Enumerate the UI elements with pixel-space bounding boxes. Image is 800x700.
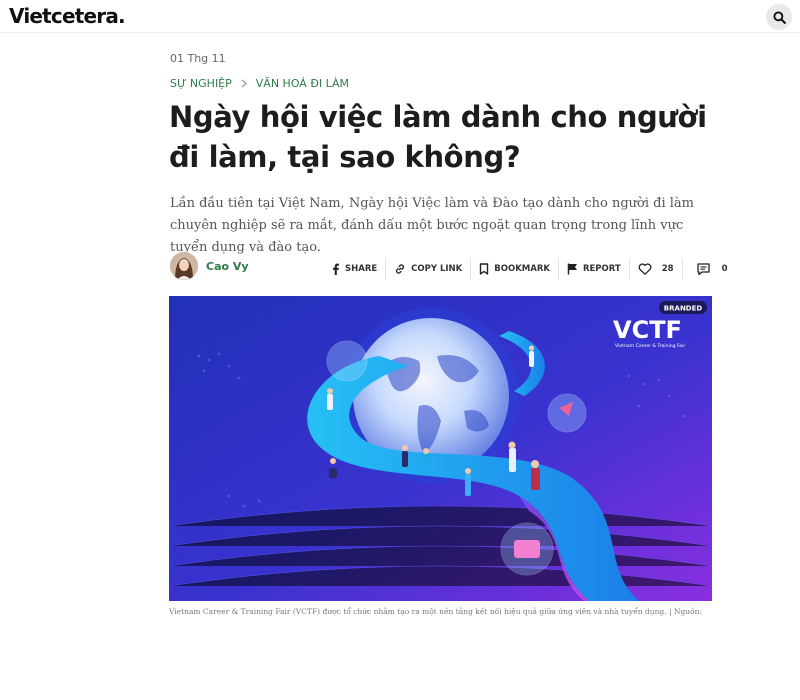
avatar[interactable] [170, 252, 198, 280]
hero-brand: VCTF [613, 316, 682, 344]
report-label: REPORT [582, 264, 621, 274]
breadcrumb-category[interactable]: SỰ NGHIỆP [170, 77, 232, 90]
comment-button[interactable]: 0 [683, 258, 736, 280]
share-button[interactable]: SHARE [323, 258, 387, 280]
breadcrumb-subcategory[interactable]: VĂN HOÁ ĐI LÀM [256, 77, 349, 90]
like-button[interactable]: 28 [630, 258, 683, 280]
search-button[interactable] [766, 4, 792, 30]
breadcrumb: SỰ NGHIỆP VĂN HOÁ ĐI LÀM [170, 77, 349, 90]
branded-badge: BRANDED [664, 305, 703, 313]
chevron-right-icon [241, 79, 247, 88]
flag-icon [567, 263, 578, 275]
bookmark-button[interactable]: BOOKMARK [471, 258, 559, 280]
copy-link-button[interactable]: COPY LINK [386, 258, 472, 280]
facebook-icon [331, 263, 340, 275]
comment-icon [696, 263, 710, 275]
article-lead: Lần đầu tiên tại Việt Nam, Ngày hội Việc… [170, 196, 694, 255]
comment-count: 0 [721, 264, 728, 274]
site-logo[interactable]: Vietcetera. [9, 4, 126, 28]
hero-image: BRANDED VCTF Vietnam Career & Training F… [169, 296, 712, 601]
author-name[interactable]: Cao Vy [206, 260, 249, 273]
hero-brand-subtitle: Vietnam Career & Training Fair [615, 343, 685, 349]
image-caption: Vietnam Career & Training Fair (VCTF) đư… [169, 607, 703, 616]
author-block: Cao Vy [170, 252, 249, 280]
like-count: 28 [661, 264, 674, 274]
bookmark-label: BOOKMARK [494, 264, 550, 274]
site-header: Vietcetera. [0, 0, 800, 33]
report-button[interactable]: REPORT [559, 258, 630, 280]
article-date: 01 Thg 11 [170, 52, 226, 65]
copy-link-label: COPY LINK [411, 264, 463, 274]
bookmark-icon [479, 263, 489, 275]
share-label: SHARE [345, 264, 378, 274]
link-icon [394, 263, 406, 275]
article-actions: SHARE COPY LINK BOOKMARK REPORT 28 0 [323, 257, 736, 281]
heart-icon [638, 263, 652, 275]
article-title: Ngày hội việc làm dành cho người đi làm,… [169, 100, 707, 174]
search-icon [772, 10, 786, 24]
